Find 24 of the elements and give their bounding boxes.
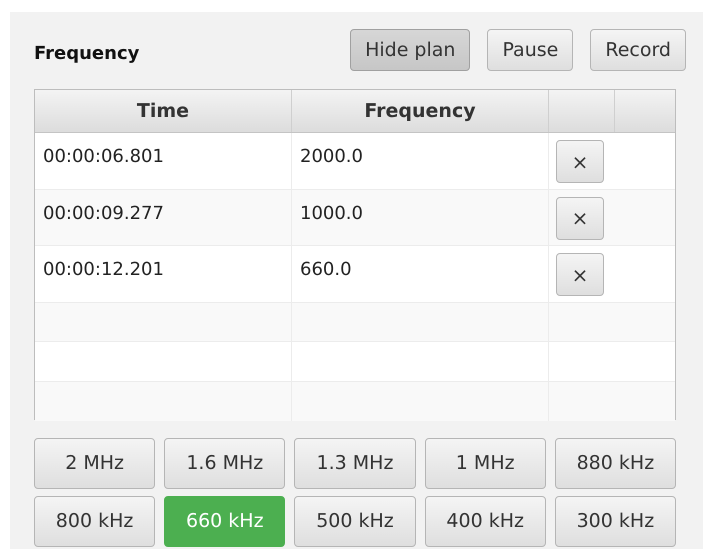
delete-button[interactable]: × xyxy=(556,196,604,240)
preset-button[interactable]: 2 MHz xyxy=(34,438,156,489)
delete-button[interactable]: × xyxy=(556,253,604,296)
delete-button[interactable]: × xyxy=(556,140,604,183)
column-header[interactable]: Frequency xyxy=(292,90,549,132)
table-cell: 00:00:09.277 xyxy=(35,190,292,245)
action-button[interactable]: Record xyxy=(590,29,686,71)
table-cell: 2000.0 xyxy=(292,133,549,188)
preset-button[interactable]: 300 kHz xyxy=(554,496,676,547)
preset-button[interactable]: 1.6 MHz xyxy=(164,438,286,489)
action-button[interactable]: Pause xyxy=(487,29,574,71)
table-cell: 00:00:12.201 xyxy=(35,246,292,302)
preset-button[interactable]: 880 kHz xyxy=(554,438,676,489)
table-cell: 1000.0 xyxy=(292,190,549,245)
column-header[interactable]: Time xyxy=(35,90,292,132)
table-cell: 00:00:06.801 xyxy=(35,133,292,188)
preset-button[interactable]: 1.3 MHz xyxy=(294,438,416,489)
action-button[interactable]: Hide plan xyxy=(350,29,470,71)
preset-button[interactable]: 800 kHz xyxy=(34,496,156,547)
preset-button[interactable]: 1 MHz xyxy=(424,438,546,489)
preset-button[interactable]: 400 kHz xyxy=(424,496,546,547)
panel-title: Frequency xyxy=(34,42,140,66)
preset-button[interactable]: 500 kHz xyxy=(294,496,416,547)
table-cell: 660.0 xyxy=(292,246,549,302)
